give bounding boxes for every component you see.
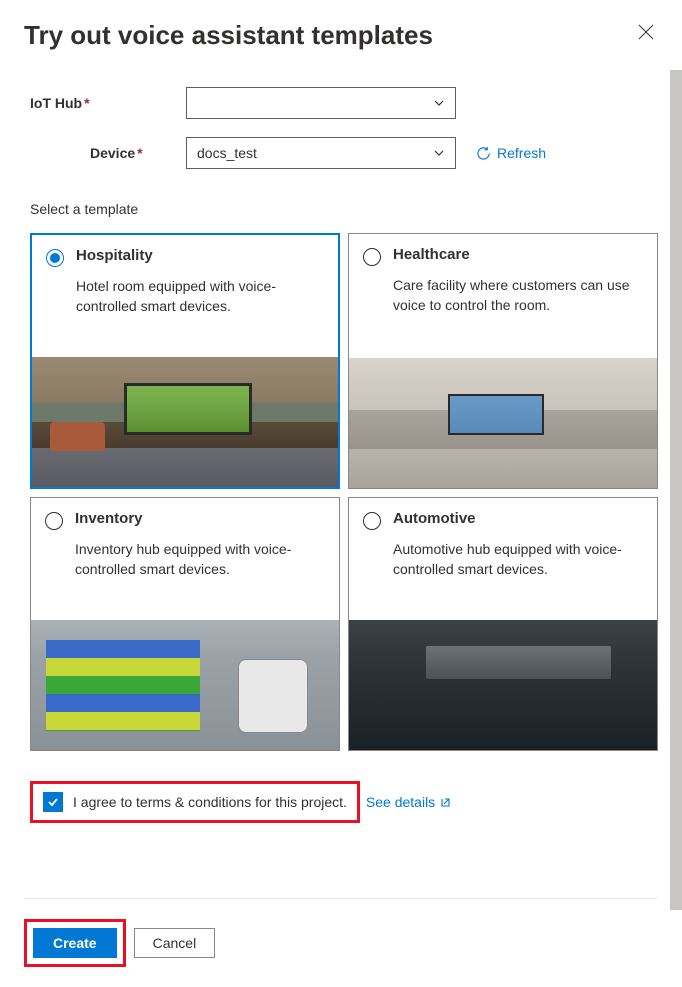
template-card-automotive[interactable]: Automotive Automotive hub equipped with …	[348, 497, 658, 751]
card-title: Automotive	[393, 510, 476, 527]
checkmark-icon	[46, 795, 60, 809]
scrollbar[interactable]	[670, 70, 682, 910]
radio-automotive[interactable]	[363, 512, 381, 530]
external-link-icon	[439, 796, 451, 808]
refresh-icon	[476, 146, 491, 161]
radio-inventory[interactable]	[45, 512, 63, 530]
terms-text: I agree to terms & conditions for this p…	[73, 794, 347, 810]
template-image-healthcare	[349, 358, 657, 488]
card-title: Inventory	[75, 510, 143, 527]
panel-footer: Create Cancel	[24, 898, 658, 967]
select-template-label: Select a template	[30, 201, 658, 217]
cancel-button[interactable]: Cancel	[134, 928, 216, 958]
template-grid: Hospitality Hotel room equipped with voi…	[30, 233, 658, 751]
card-description: Inventory hub equipped with voice-contro…	[75, 540, 325, 610]
radio-hospitality[interactable]	[46, 249, 64, 267]
template-card-healthcare[interactable]: Healthcare Care facility where customers…	[348, 233, 658, 489]
panel-header: Try out voice assistant templates	[24, 20, 658, 51]
device-value: docs_test	[197, 145, 257, 161]
template-image-hospitality	[32, 357, 338, 487]
card-title: Healthcare	[393, 246, 470, 263]
scrollbar-thumb[interactable]	[670, 70, 682, 910]
close-icon	[638, 24, 654, 40]
device-label: Device*	[30, 145, 186, 161]
chevron-down-icon	[433, 147, 445, 159]
chevron-down-icon	[433, 97, 445, 109]
panel-title: Try out voice assistant templates	[24, 20, 433, 51]
iot-hub-dropdown[interactable]	[186, 87, 456, 119]
close-button[interactable]	[634, 20, 658, 47]
card-title: Hospitality	[76, 247, 153, 264]
template-card-hospitality[interactable]: Hospitality Hotel room equipped with voi…	[30, 233, 340, 489]
template-image-automotive	[349, 620, 657, 750]
template-image-inventory	[31, 620, 339, 750]
see-details-link[interactable]: See details	[366, 794, 451, 810]
iot-hub-label: IoT Hub*	[30, 95, 186, 111]
terms-checkbox[interactable]	[43, 792, 63, 812]
template-card-inventory[interactable]: Inventory Inventory hub equipped with vo…	[30, 497, 340, 751]
terms-row: I agree to terms & conditions for this p…	[30, 781, 658, 823]
iot-hub-row: IoT Hub*	[30, 87, 658, 119]
card-description: Automotive hub equipped with voice-contr…	[393, 540, 643, 610]
device-dropdown[interactable]: docs_test	[186, 137, 456, 169]
refresh-link[interactable]: Refresh	[476, 145, 546, 161]
create-button[interactable]: Create	[33, 928, 117, 958]
device-row: Device* docs_test Refresh	[30, 137, 658, 169]
card-description: Hotel room equipped with voice-controlle…	[76, 277, 324, 347]
radio-healthcare[interactable]	[363, 248, 381, 266]
card-description: Care facility where customers can use vo…	[393, 276, 643, 346]
